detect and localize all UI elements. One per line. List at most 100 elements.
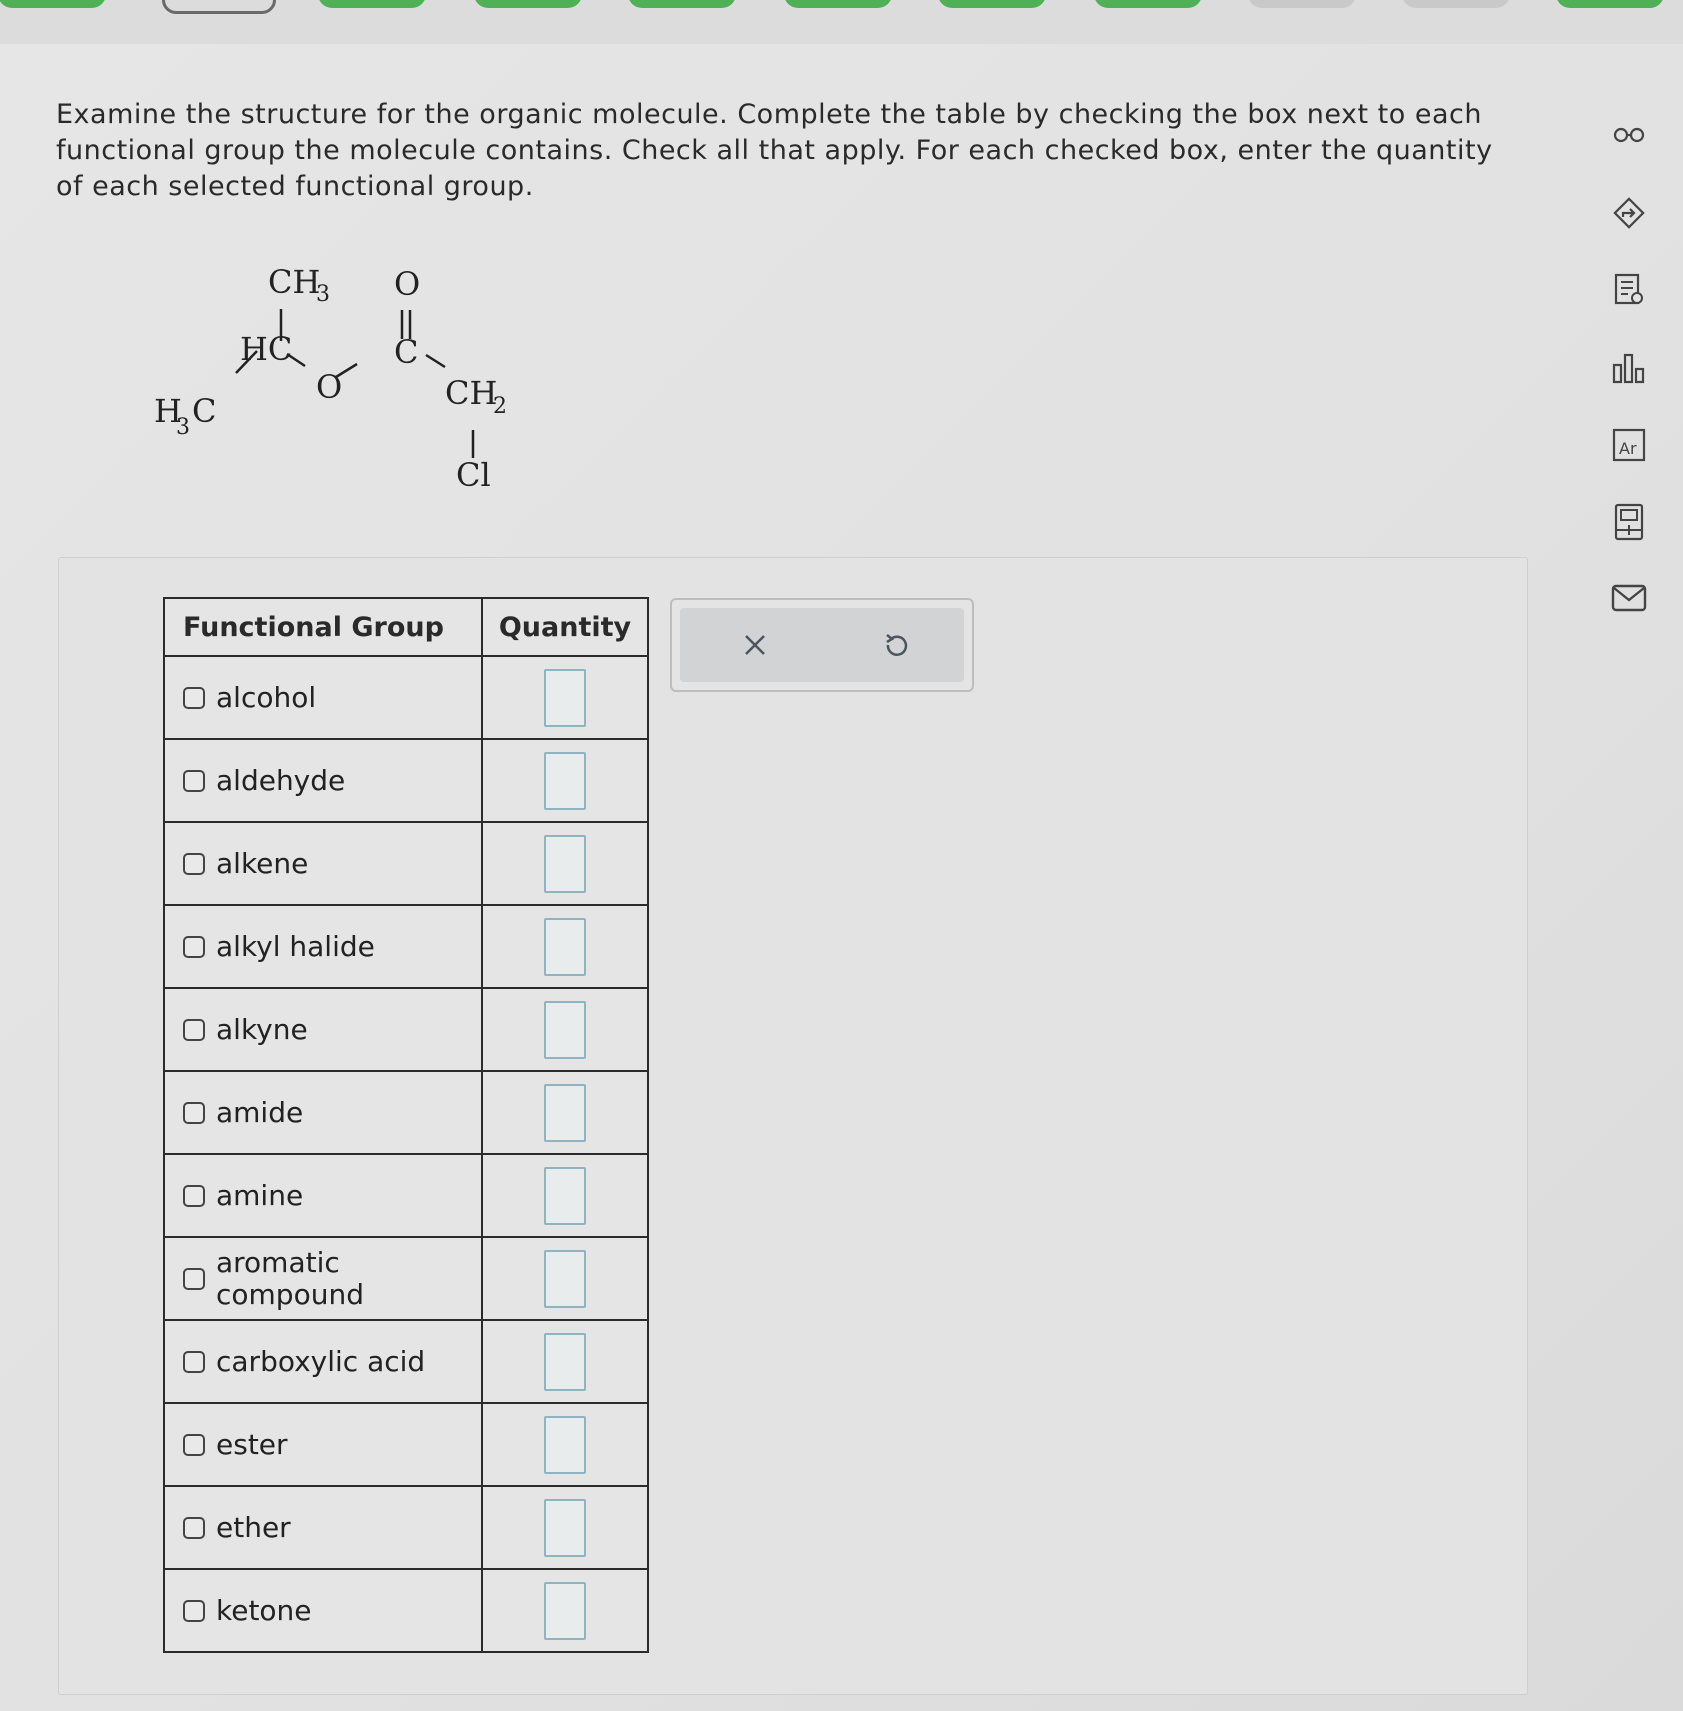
table-row: carboxylic acid (163, 1319, 649, 1404)
functional-group-label: aromatic compound (216, 1245, 364, 1311)
quantity-input[interactable] (544, 1581, 586, 1640)
chart-button[interactable] (1602, 341, 1656, 395)
progress-bar (0, 0, 1683, 44)
functional-group-cell: aldehyde (163, 738, 483, 823)
notes-icon (1614, 273, 1643, 305)
clear-button[interactable] (732, 622, 778, 668)
glasses-button[interactable] (1602, 108, 1656, 162)
progress-tab[interactable] (1402, 0, 1510, 8)
functional-group-option[interactable]: alcohol (183, 681, 481, 714)
functional-group-checkbox[interactable] (183, 935, 205, 958)
ch3-subscript: 3 (316, 282, 330, 307)
table-row: ketone (163, 1568, 649, 1653)
table-row: amine (163, 1153, 649, 1238)
functional-group-cell: alkyl halide (163, 904, 483, 989)
progress-tab[interactable] (318, 0, 426, 8)
functional-group-cell: ketone (163, 1568, 483, 1653)
undo-icon (886, 634, 908, 656)
functional-group-checkbox[interactable] (183, 686, 205, 709)
functional-group-label: alcohol (216, 681, 317, 714)
table-row: alkyl halide (163, 904, 649, 989)
ch2-subscript: 2 (493, 394, 507, 419)
functional-group-checkbox[interactable] (183, 852, 205, 875)
calculator-button[interactable] (1602, 495, 1656, 549)
functional-group-checkbox[interactable] (183, 1516, 205, 1539)
functional-group-checkbox[interactable] (183, 1018, 205, 1041)
progress-tab[interactable] (1094, 0, 1202, 8)
functional-group-option[interactable]: carboxylic acid (183, 1345, 481, 1378)
progress-tab[interactable] (1248, 0, 1356, 8)
quantity-input[interactable] (544, 1083, 586, 1142)
functional-group-label: alkyl halide (216, 930, 375, 963)
quantity-cell (481, 1070, 649, 1155)
functional-group-label: ester (216, 1428, 288, 1461)
quantity-input[interactable] (544, 751, 586, 810)
functional-group-checkbox[interactable] (183, 1350, 205, 1373)
periodic-table-button[interactable]: Ar (1602, 418, 1656, 472)
functional-group-label: alkene (216, 847, 309, 880)
functional-group-option[interactable]: aldehyde (183, 764, 481, 797)
functional-group-checkbox[interactable] (183, 1433, 205, 1456)
quantity-input[interactable] (544, 1415, 586, 1474)
functional-group-option[interactable]: alkene (183, 847, 481, 880)
x-icon (745, 635, 765, 655)
quantity-input[interactable] (544, 1249, 586, 1308)
functional-group-label: carboxylic acid (216, 1345, 426, 1378)
quantity-input[interactable] (544, 1332, 586, 1391)
table-row: alkene (163, 821, 649, 906)
notes-button[interactable] (1602, 263, 1656, 317)
hint-arrow-icon (1613, 197, 1645, 229)
functional-group-option[interactable]: amine (183, 1179, 481, 1212)
hint-button[interactable] (1602, 186, 1656, 240)
quantity-cell (481, 1236, 649, 1321)
glasses-icon (1613, 127, 1645, 143)
progress-tab[interactable] (784, 0, 892, 8)
functional-group-cell: ester (163, 1402, 483, 1487)
quantity-cell (481, 987, 649, 1072)
table-row: aldehyde (163, 738, 649, 823)
quantity-input[interactable] (544, 834, 586, 893)
functional-group-cell: alkyne (163, 987, 483, 1072)
quantity-input[interactable] (544, 668, 586, 727)
functional-group-cell: aromatic compound (163, 1236, 483, 1321)
quantity-input[interactable] (544, 1166, 586, 1225)
functional-group-option[interactable]: ester (183, 1428, 481, 1461)
functional-group-checkbox[interactable] (183, 1599, 205, 1622)
quantity-cell (481, 1485, 649, 1570)
functional-group-option[interactable]: ether (183, 1511, 481, 1544)
quantity-input[interactable] (544, 1000, 586, 1059)
functional-group-option[interactable]: alkyl halide (183, 930, 481, 963)
functional-group-cell: alcohol (163, 655, 483, 740)
hc-label: HC (240, 330, 292, 368)
quantity-cell (481, 1153, 649, 1238)
carbonyl-oxygen-label: O (394, 265, 420, 303)
molecule-structure: CH 3 HC H 3 C O O C CH 2 Cl (154, 263, 507, 494)
progress-tab[interactable] (474, 0, 582, 8)
mail-icon (1611, 584, 1647, 612)
progress-tab[interactable] (1556, 0, 1664, 8)
functional-group-checkbox[interactable] (183, 1101, 205, 1124)
functional-group-option[interactable]: amide (183, 1096, 481, 1129)
undo-button[interactable] (872, 622, 918, 668)
progress-tab-current[interactable] (162, 0, 276, 14)
functional-group-option[interactable]: ketone (183, 1594, 481, 1627)
quantity-cell (481, 904, 649, 989)
functional-group-option[interactable]: aromatic compound (183, 1245, 481, 1311)
progress-tab[interactable] (0, 0, 106, 8)
functional-group-checkbox[interactable] (183, 1267, 205, 1290)
functional-group-cell: ether (163, 1485, 483, 1570)
quantity-input[interactable] (544, 1498, 586, 1557)
chart-icon (1612, 353, 1645, 384)
progress-tab[interactable] (938, 0, 1046, 8)
functional-group-checkbox[interactable] (183, 1184, 205, 1207)
functional-group-cell: carboxylic acid (163, 1319, 483, 1404)
functional-group-checkbox[interactable] (183, 769, 205, 792)
quantity-input[interactable] (544, 917, 586, 976)
h3c-subscript: 3 (176, 415, 190, 440)
mail-button[interactable] (1602, 571, 1656, 625)
functional-group-label: ketone (216, 1594, 312, 1627)
functional-group-label: alkyne (216, 1013, 308, 1046)
table-row: alkyne (163, 987, 649, 1072)
progress-tab[interactable] (628, 0, 736, 8)
functional-group-option[interactable]: alkyne (183, 1013, 481, 1046)
